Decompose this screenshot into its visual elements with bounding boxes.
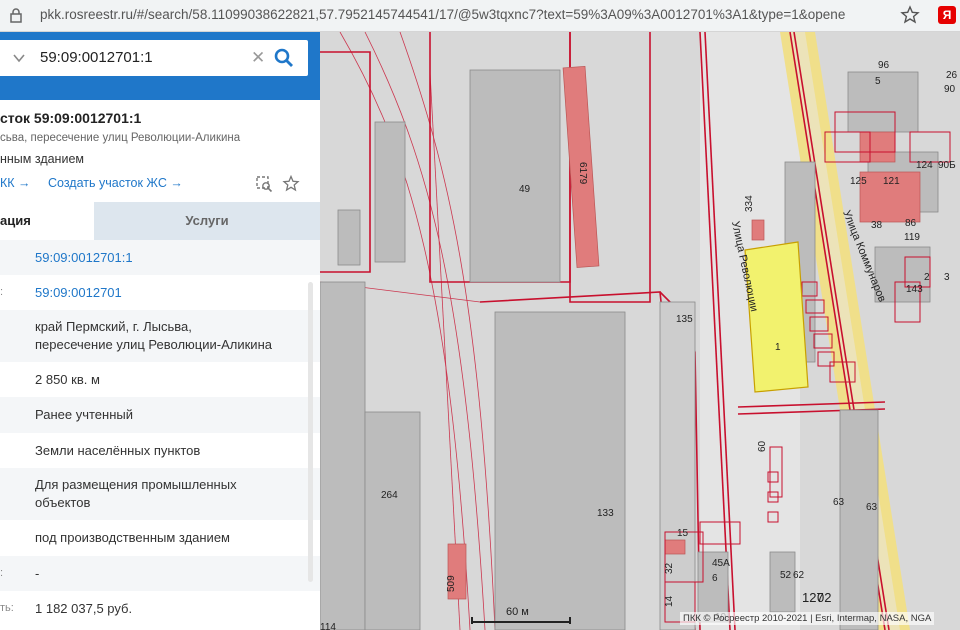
selected-parcel[interactable] <box>744 241 809 393</box>
map-label: 143 <box>906 284 923 295</box>
map-label: 135 <box>676 314 693 325</box>
clear-icon[interactable]: ✕ <box>251 48 265 68</box>
search-box[interactable]: 59:09:0012701:1 ✕ <box>0 40 308 76</box>
attribute-label: ть: <box>0 601 14 614</box>
map-attribution: ПКК © Росреестр 2010-2021 | Esri, Interm… <box>680 612 935 625</box>
map-label: 60 <box>757 440 768 452</box>
map-label: 334 <box>744 195 755 212</box>
map-label: 114 <box>320 622 336 630</box>
search-icon[interactable] <box>274 48 294 68</box>
attribute-value: под производственным зданием <box>35 530 230 545</box>
map-label: 264 <box>381 490 398 501</box>
attribute-value: Для размещения промышленных объектов <box>35 477 237 510</box>
cadastral-map[interactable]: 96 5 26 90 124 90Б 125 121 38 86 119 49 6179 334 1 143 2… <box>320 32 960 630</box>
url-text[interactable]: pkk.rosreestr.ru/#/search/58.11099038622… <box>40 7 890 22</box>
map-label: 38 <box>871 220 883 231</box>
tab-information[interactable]: ация <box>0 202 94 240</box>
panel-scrollbar[interactable] <box>308 282 313 582</box>
attribute-value: - <box>35 566 40 581</box>
map-label: 124 <box>916 160 933 171</box>
map-label: 63 <box>833 497 845 508</box>
map-label: 02 <box>817 590 831 605</box>
info-panel: 59:09:0012701:1 ✕ сток 59:09:0012701:1 с… <box>0 32 320 630</box>
zoom-to-icon[interactable] <box>255 175 273 193</box>
attribute-row: ть: 1 182 037,5 руб. <box>0 591 320 626</box>
map-label: 119 <box>904 232 920 243</box>
map-label: 133 <box>597 508 614 519</box>
tab-services[interactable]: Услуги <box>94 202 320 240</box>
attribute-value: Земли населённых пунктов <box>35 443 201 458</box>
kk-link[interactable]: КК → <box>0 176 31 190</box>
attribute-value: 1 182 037,5 руб. <box>35 601 133 616</box>
map-label: 121 <box>883 176 900 187</box>
parcel-header: сток 59:09:0012701:1 сьва, пересечение у… <box>0 100 320 200</box>
map-label: 3 <box>944 272 950 283</box>
map-canvas[interactable]: 9652690124 90Б125 12138 8611949617933411432… <box>320 32 960 630</box>
parcel-address: сьва, пересечение улиц Революции-Аликина <box>0 132 241 144</box>
map-label: 15 <box>677 528 689 539</box>
map-label: 63 <box>866 502 878 513</box>
map-label: 90 <box>944 84 956 95</box>
info-icon[interactable] <box>8 7 24 24</box>
attribute-row: 2 850 кв. м <box>0 362 320 397</box>
search-input[interactable]: 59:09:0012701:1 <box>40 49 153 66</box>
map-label: 49 <box>519 184 531 195</box>
create-parcel-link[interactable]: Создать участок ЖС → <box>48 176 183 190</box>
map-label: 2 <box>924 272 930 283</box>
browser-address-bar: pkk.rosreestr.ru/#/search/58.11099038622… <box>0 0 960 32</box>
map-label: 6 <box>712 573 718 584</box>
map-label: 96 <box>878 60 890 71</box>
attribute-row: Ранее учтенный <box>0 397 320 433</box>
attribute-label: : <box>0 566 4 579</box>
attribute-row: под производственным зданием <box>0 520 320 556</box>
attribute-value: 2 850 кв. м <box>35 372 100 387</box>
chevron-down-icon[interactable] <box>12 51 26 65</box>
attribute-row: Для размещения промышленных объектов <box>0 468 320 520</box>
map-label: 5 <box>875 76 881 87</box>
map-label: 52 <box>780 570 792 581</box>
attribute-row: : 59:09:0012701 <box>0 275 320 310</box>
map-label: 1 <box>775 342 781 353</box>
map-label: 62 <box>793 570 805 581</box>
attribute-value[interactable]: 59:09:0012701 <box>35 284 122 302</box>
attribute-row: :- <box>0 556 320 591</box>
map-label: 509 <box>446 575 457 592</box>
map-label: 6179 <box>577 162 588 185</box>
info-tabs: ация Услуги <box>0 202 320 240</box>
parcel-title: сток 59:09:0012701:1 <box>0 110 142 126</box>
attribute-row: 59:09:0012701:1 <box>0 240 320 275</box>
search-bar: 59:09:0012701:1 ✕ <box>0 32 320 100</box>
map-label: 125 <box>850 176 867 187</box>
map-label: 86 <box>905 218 917 229</box>
parcel-usage: нным зданием <box>0 152 84 166</box>
yandex-extension-icon[interactable]: Я <box>938 6 956 24</box>
map-label: 14 <box>664 595 675 607</box>
attribute-value: край Пермский, г. Лысьва, пересечение ул… <box>35 319 272 352</box>
map-label: 45А <box>712 558 730 569</box>
attribute-value[interactable]: 59:09:0012701:1 <box>35 249 133 267</box>
scale-label: 60 м <box>506 606 529 618</box>
map-label: 90Б <box>938 160 956 171</box>
attribute-value: Ранее учтенный <box>35 407 133 422</box>
favorite-star-icon[interactable] <box>282 175 300 193</box>
attribute-row: Земли населённых пунктов <box>0 433 320 468</box>
attribute-row: край Пермский, г. Лысьва, пересечение ул… <box>0 310 320 362</box>
map-label: 32 <box>664 562 675 574</box>
map-label: 26 <box>946 70 958 81</box>
attribute-label: : <box>0 285 4 298</box>
bookmark-star-icon[interactable] <box>900 5 920 25</box>
